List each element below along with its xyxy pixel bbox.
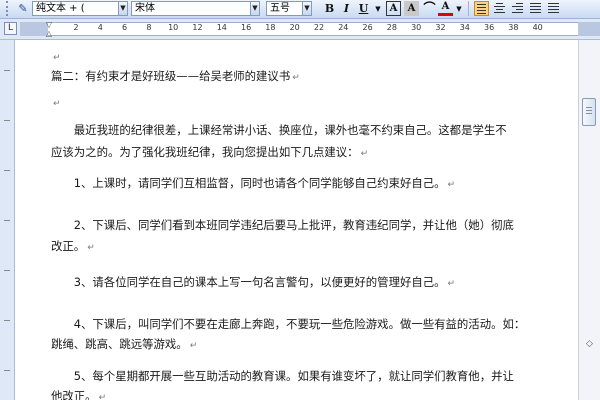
underline-button[interactable]: U [356, 1, 371, 16]
doc-line: 2、下课后、同学们看到本班同学违纪后要马上批评，教育违纪同学，并让他（她）彻底 [51, 218, 514, 232]
ruler-number: 28 [386, 23, 397, 32]
ruler-right-margin [578, 22, 600, 36]
paragraph-mark: ↵ [53, 99, 61, 109]
align-center-icon[interactable] [492, 1, 507, 16]
ruler-number: 20 [289, 23, 300, 32]
ruler-number: 2 [73, 23, 79, 32]
align-distributed-icon[interactable] [528, 1, 543, 16]
align-justify-icon[interactable] [474, 1, 489, 16]
font-color-button[interactable]: A [438, 1, 453, 16]
line-spacing-icon[interactable] [546, 1, 561, 16]
paragraph-mark: ↵ [292, 73, 300, 83]
toolbar-grip[interactable] [6, 1, 12, 16]
italic-button[interactable]: I [339, 1, 354, 16]
style-dropdown-arrow[interactable]: ▼ [118, 1, 128, 16]
ruler-number: 18 [265, 23, 276, 32]
bold-button[interactable]: B [322, 1, 337, 16]
paragraph-mark: ↵ [360, 149, 369, 159]
paragraph-mark: ↵ [87, 243, 95, 253]
ruler-number: 12 [192, 23, 203, 32]
doc-line: 他改正。 ↵ [51, 388, 106, 400]
doc-line: 5、每个星期都开展一些互助活动的教育课。如果有谁变坏了，就让同学们教育他，并让 [51, 369, 514, 383]
ruler-number: 8 [146, 23, 152, 32]
horizontal-ruler[interactable]: L ▽ △ 2 4 6 8 10 12 14 16 18 20 22 24 26 28 30 32 34 36 38 4… [0, 19, 600, 40]
scrollbar-thumb[interactable] [582, 98, 596, 126]
ruler-number: 4 [97, 23, 103, 32]
ruler-number: 24 [338, 23, 349, 32]
ruler-number: 40 [532, 23, 543, 32]
tab-selector-button[interactable]: L [4, 22, 17, 35]
font-combo[interactable]: 宋体 [131, 1, 259, 16]
align-right-icon[interactable] [510, 1, 525, 16]
font-dropdown-arrow[interactable]: ▼ [250, 1, 260, 16]
font-color-dropdown-arrow[interactable]: ▼ [454, 1, 464, 16]
underline-dropdown-arrow[interactable]: ▼ [373, 1, 383, 16]
doc-line: 4、下课后，叫同学们不要在走廊上奔跑，不要玩一些危险游戏。做一些有益的活动。如： [51, 317, 526, 331]
formatting-toolbar: ✎ 纯文本 + ( ▼ 宋体 ▼ 五号 ▼ B I U ▼ A A ⌒ A ▼ [0, 0, 600, 19]
ruler-number: 26 [362, 23, 373, 32]
split-marker-icon[interactable]: ◇ [585, 340, 594, 349]
doc-line: 应该为之的。为了强化我班纪律，我向您提出如下几点建议： ↵ [51, 145, 369, 159]
doc-line: 篇二：有约束才是好班级——给吴老师的建议书 ↵ [51, 69, 300, 83]
ruler-number: 32 [435, 23, 446, 32]
ruler-number: 30 [411, 23, 422, 32]
vertical-ruler[interactable] [0, 40, 15, 400]
doc-line: ↵ [51, 94, 61, 113]
ruler-number: 14 [216, 23, 227, 32]
ruler-number: 16 [241, 23, 252, 32]
doc-line: ↵ [51, 48, 61, 67]
font-size-dropdown-arrow[interactable]: ▼ [302, 1, 312, 16]
styles-pane-icon[interactable]: ✎ [16, 1, 30, 16]
doc-line: 3、请各位同学在自己的课本上写一句名言警句，以便更好的管理好自己。 ↵ [51, 275, 456, 289]
character-shading-button[interactable]: A [404, 1, 419, 16]
ruler-number: 6 [122, 23, 128, 32]
document-page[interactable]: ↵ 篇二：有约束才是好班级——给吴老师的建议书 ↵ ↵ 最近我班的纪律很差，上课经… [15, 40, 585, 400]
doc-line: 最近我班的纪律很差，上课经常讲小话、换座位，课外也毫不约束自己。这都是学生不 [51, 123, 507, 137]
highlight-icon[interactable]: ⌒ [422, 1, 437, 16]
vertical-scrollbar[interactable]: ◇ [578, 40, 600, 400]
character-border-button[interactable]: A [386, 1, 401, 16]
indent-markers-icon[interactable]: ▽ △ [45, 20, 53, 38]
paragraph-mark: ↵ [447, 279, 456, 289]
ruler-number: 10 [168, 23, 179, 32]
doc-line: 跳绳、跳高、跳远等游戏。 ↵ [51, 337, 198, 351]
paragraph-mark: ↵ [98, 393, 107, 400]
ruler-number: 34 [459, 23, 470, 32]
paragraph-mark: ↵ [53, 53, 61, 63]
ruler-left-margin [20, 22, 48, 36]
paragraph-mark: ↵ [189, 341, 198, 351]
ruler-number: 36 [484, 23, 495, 32]
ruler-number: 22 [313, 23, 325, 32]
doc-line: 1、上课时，请同学们互相监督，同时也请各个同学能够自己约束好自己。 ↵ [51, 176, 456, 190]
style-combo[interactable]: 纯文本 + ( [32, 1, 128, 16]
ruler-number: 38 [508, 23, 519, 32]
doc-line: 改正。 ↵ [51, 239, 95, 253]
paragraph-mark: ↵ [447, 180, 456, 190]
toolbar-separator [468, 1, 469, 16]
